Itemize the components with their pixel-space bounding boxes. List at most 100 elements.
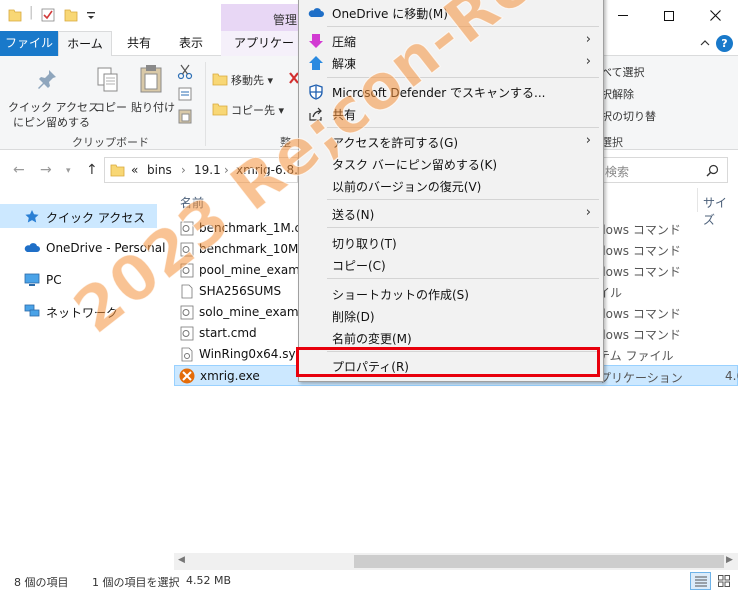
file-name: WinRing0x64.sys [199, 347, 302, 361]
pin-quick-access-label-1[interactable]: クイック アクセス [8, 99, 99, 115]
address-overflow[interactable]: « [131, 163, 138, 177]
breadcrumb-bins[interactable]: bins [147, 163, 172, 177]
tab-home[interactable]: ホーム [58, 31, 112, 57]
copy-path-icon[interactable] [177, 86, 193, 102]
file-name: xmrig.exe [200, 369, 260, 383]
help-icon[interactable]: ? [716, 35, 733, 52]
paste-icon[interactable] [138, 64, 164, 94]
cut-icon[interactable] [177, 64, 193, 80]
column-divider[interactable] [697, 188, 698, 212]
manage-context-tab-header[interactable]: 管理 [221, 4, 299, 32]
tab-file[interactable]: ファイル [0, 31, 58, 56]
breadcrumb-xmrig[interactable]: xmrig-6.8.1 [236, 163, 306, 177]
scroll-right-icon[interactable]: ▶ [726, 555, 733, 565]
column-header-name[interactable]: 名前 [180, 194, 204, 211]
new-folder-icon[interactable] [64, 7, 78, 23]
document-icon [181, 284, 193, 299]
scrollbar-thumb[interactable] [354, 555, 724, 568]
paste-shortcut-icon[interactable] [177, 108, 193, 124]
menu-separator [327, 26, 599, 27]
menu-item-copy[interactable]: コピー(C) [299, 254, 603, 276]
back-arrow-icon[interactable]: ← [13, 162, 25, 178]
file-type: dows コマンド [598, 244, 681, 258]
explorer-window: | 管理 ファイル ホーム 共有 表示 アプリケー ? クイック アクセス にピ… [0, 0, 738, 593]
address-folder-icon [110, 164, 125, 177]
breadcrumb-19-1[interactable]: 19.1 [194, 163, 221, 177]
menu-item-defender-scan[interactable]: Microsoft Defender でスキャンする... [299, 81, 603, 103]
up-arrow-icon[interactable]: ↑ [86, 162, 98, 178]
select-group-label: 選択 [601, 136, 623, 149]
menu-item-compress[interactable]: 圧縮 › [299, 30, 603, 52]
recent-dropdown-icon[interactable]: ▾ [66, 166, 71, 176]
copy-icon[interactable] [96, 66, 120, 94]
select-none-label[interactable]: 択解除 [601, 86, 634, 102]
paste-label[interactable]: 貼り付け [131, 99, 175, 115]
menu-item-delete[interactable]: 削除(D) [299, 305, 603, 327]
close-button[interactable] [692, 0, 738, 31]
invert-selection-label[interactable]: 択の切り替 [601, 108, 656, 124]
menu-item-label: ショートカットの作成(S) [332, 288, 469, 302]
menu-item-extract[interactable]: 解凍 › [299, 52, 603, 74]
sidebar-item-quick-access[interactable]: クイック アクセス [0, 204, 157, 228]
file-name: start.cmd [199, 326, 257, 340]
file-name: benchmark_10M.cr [199, 242, 314, 256]
customize-dropdown-icon[interactable] [86, 7, 96, 23]
menu-item-send-to[interactable]: 送る(N) › [299, 203, 603, 225]
address-bar[interactable]: « bins › 19.1 › xmrig-6.8.1 [104, 157, 306, 183]
menu-item-rename[interactable]: 名前の変更(M) [299, 327, 603, 349]
menu-item-onedrive[interactable]: OneDrive に移動(M) [299, 2, 603, 24]
select-all-label[interactable]: べて選択 [601, 64, 645, 80]
menu-separator [327, 127, 599, 128]
menu-item-cut[interactable]: 切り取り(T) [299, 232, 603, 254]
menu-separator [327, 227, 599, 228]
submenu-chevron-icon: › [585, 133, 591, 148]
properties-check-icon[interactable] [40, 7, 56, 23]
copy-to-text: コピー先 [231, 104, 275, 117]
menu-item-label: 以前のバージョンの復元(V) [332, 180, 482, 194]
details-view-icon [695, 576, 707, 587]
collapse-ribbon-icon[interactable] [700, 39, 710, 47]
arrow-up-icon [309, 56, 323, 70]
menu-item-share[interactable]: 共有 [299, 103, 603, 125]
search-input[interactable]: 検索 [598, 157, 728, 183]
shield-icon [309, 84, 323, 100]
maximize-button[interactable] [646, 0, 692, 31]
move-to-label[interactable]: 移動先 ▾ [231, 72, 273, 88]
file-type: dows コマンド [598, 307, 681, 321]
copy-to-icon[interactable] [212, 102, 228, 116]
properties-highlight-box [296, 347, 600, 377]
sidebar-item-network[interactable]: ネットワーク [0, 299, 157, 323]
pin-icon[interactable] [36, 68, 58, 90]
arrow-down-icon [309, 34, 323, 48]
tab-application-tools[interactable]: アプリケーショ [221, 31, 299, 74]
search-icon[interactable] [706, 164, 719, 177]
menu-item-label: 共有 [332, 108, 357, 122]
title-separator: | [29, 5, 34, 20]
sidebar-item-onedrive[interactable]: OneDrive - Personal [0, 236, 165, 260]
large-icons-view-icon [718, 575, 730, 587]
menu-item-restore-versions[interactable]: 以前のバージョンの復元(V) [299, 175, 603, 197]
details-view-button[interactable] [690, 572, 711, 590]
tab-view[interactable]: 表示 [170, 31, 212, 56]
move-to-icon[interactable] [212, 72, 228, 86]
menu-item-label: 送る(N) [332, 208, 375, 222]
sidebar-item-pc[interactable]: PC [0, 268, 157, 292]
menu-item-give-access[interactable]: アクセスを許可する(G) › [299, 131, 603, 153]
menu-item-create-shortcut[interactable]: ショートカットの作成(S) [299, 283, 603, 305]
scroll-left-icon[interactable]: ◀ [178, 555, 185, 565]
copy-label[interactable]: コピー [94, 99, 127, 115]
pin-quick-access-label-2[interactable]: にピン留めする [13, 114, 90, 130]
breadcrumb-chevron: › [224, 163, 229, 177]
forward-arrow-icon[interactable]: → [40, 162, 52, 178]
minimize-button[interactable] [600, 0, 646, 31]
copy-to-label[interactable]: コピー先 ▾ [231, 102, 284, 118]
menu-item-pin-taskbar[interactable]: タスク バーにピン留めする(K) [299, 153, 603, 175]
menu-item-label: タスク バーにピン留めする(K) [332, 158, 498, 172]
large-icons-view-button[interactable] [714, 572, 735, 590]
file-name: benchmark_1M.cm [199, 221, 313, 235]
sidebar-item-label: クイック アクセス [46, 211, 146, 225]
horizontal-scrollbar[interactable]: ◀ ▶ [174, 553, 738, 570]
tab-share[interactable]: 共有 [118, 31, 160, 56]
submenu-chevron-icon: › [585, 32, 591, 47]
menu-separator [327, 278, 599, 279]
